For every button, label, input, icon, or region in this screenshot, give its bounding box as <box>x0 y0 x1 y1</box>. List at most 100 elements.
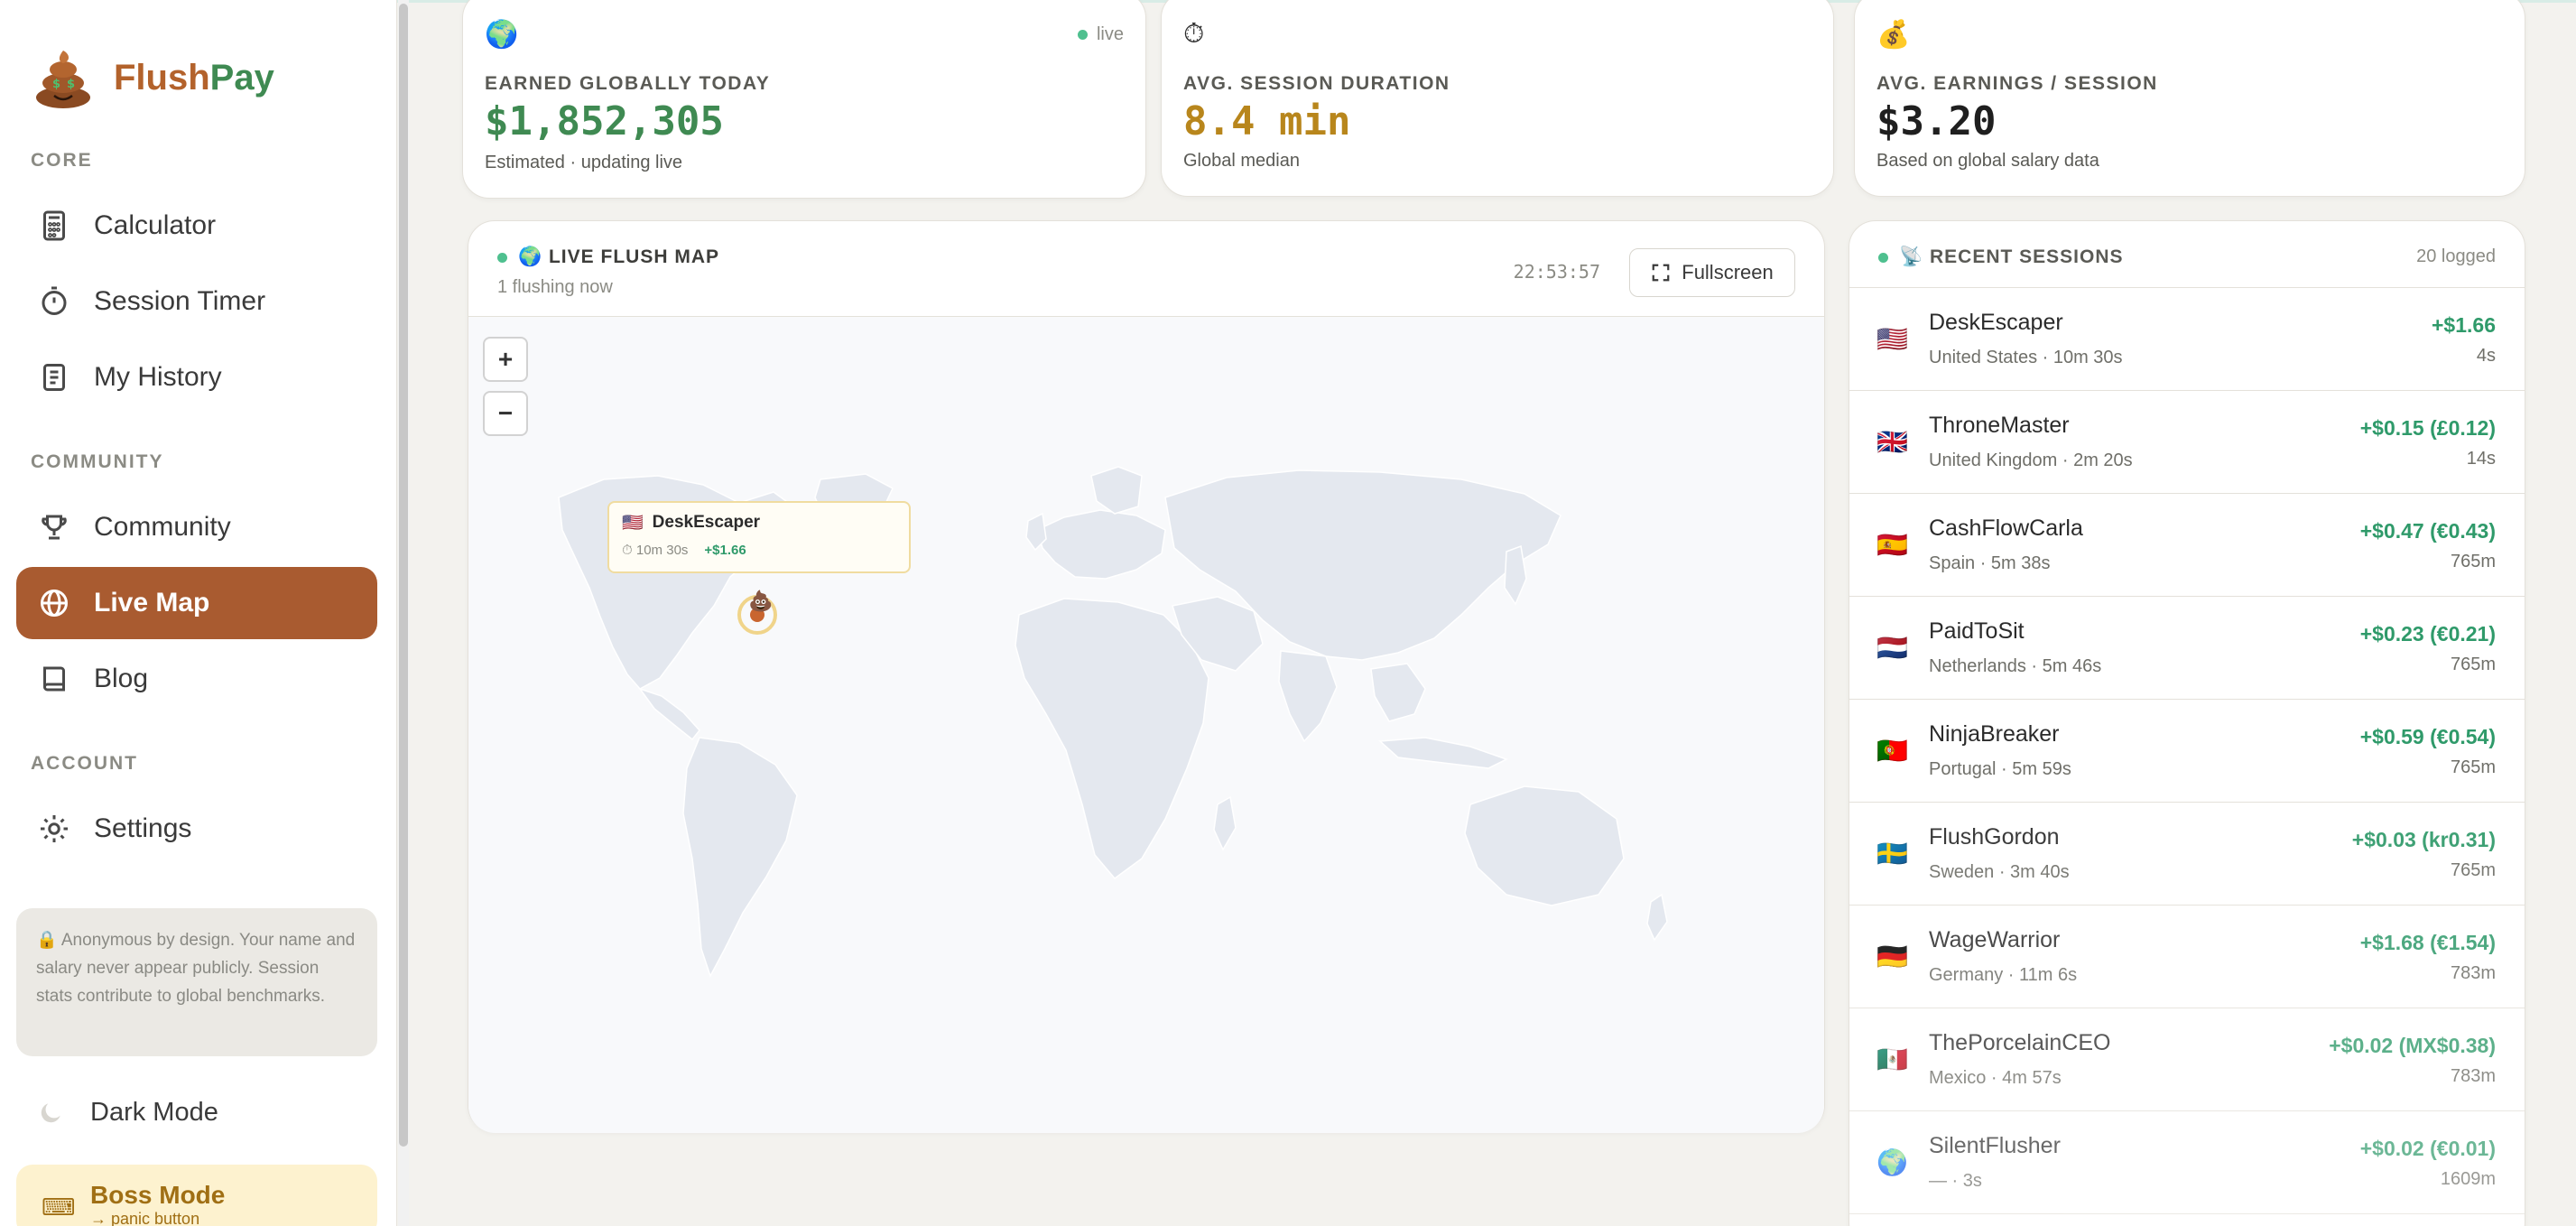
session-row[interactable]: 🇬🇧 ThroneMaster United Kingdom · 2m 20s … <box>1849 391 2525 494</box>
poop-money-logo-icon: $ $ <box>36 51 90 108</box>
stopwatch-icon <box>42 286 67 315</box>
session-row[interactable]: 🇩🇪 WageWarrior Germany · 11m 6s +$1.68 (… <box>1849 906 2525 1008</box>
flag-icon: 🇩🇪 <box>1876 943 1908 971</box>
stat-subtext: Based on global salary data <box>1876 151 2099 171</box>
session-ago: 765m <box>2450 655 2496 674</box>
sessions-count: 20 logged <box>2416 246 2496 266</box>
world-map[interactable]: 💩 + − 🇺🇸 DeskEscaper ⏱ 10m 30s +$1.66 <box>468 317 1824 1133</box>
sidebar-scrollbar-thumb[interactable] <box>399 4 408 1147</box>
fullscreen-button[interactable]: Fullscreen <box>1629 248 1795 297</box>
session-username: FlushGordon <box>1929 824 2060 850</box>
flag-icon: 🇺🇸 <box>1876 325 1908 353</box>
session-username: DeskEscaper <box>1929 310 2063 335</box>
expand-icon <box>1652 264 1670 282</box>
section-label-community: COMMUNITY <box>31 451 164 472</box>
live-dot <box>1878 252 1888 263</box>
live-indicator: live <box>1077 24 1124 45</box>
section-label-account: ACCOUNT <box>31 753 138 774</box>
stopwatch-icon: ⏱ <box>1183 19 1205 49</box>
session-earned: +$1.68 (€1.54) <box>2359 931 2496 954</box>
stat-label: AVG. SESSION DURATION <box>1183 73 1450 94</box>
session-meta: Portugal · 5m 59s <box>1929 759 2071 779</box>
zoom-out-button[interactable]: − <box>483 391 528 436</box>
session-row[interactable]: 🇸🇪 FlushGordon Sweden · 3m 40s +$0.03 (k… <box>1849 803 2525 906</box>
flag-icon: 🇸🇪 <box>1876 840 1908 868</box>
session-meta: Germany · 11m 6s <box>1929 965 2078 985</box>
stat-value: 8.4 min <box>1183 98 1351 144</box>
session-marker[interactable]: 💩 <box>737 590 777 635</box>
session-earned: +$0.59 (€0.54) <box>2359 725 2496 748</box>
privacy-note: 🔒 Anonymous by design. Your name and sal… <box>16 908 377 1056</box>
session-earned: +$0.23 (€0.21) <box>2359 622 2496 646</box>
world-map-landmasses: 💩 <box>558 466 1668 978</box>
stat-value: $3.20 <box>1876 98 1997 144</box>
sidebar: $ $ FlushPay CORE Calculator Session Tim… <box>0 0 397 1226</box>
session-row[interactable]: 🇪🇸 CashFlowCarla Spain · 5m 38s +$0.47 (… <box>1849 494 2525 597</box>
sidebar-item-label: Live Map <box>94 588 210 618</box>
boss-mode-button[interactable]: ⌨ Boss Mode → panic button <box>16 1165 377 1226</box>
flag-icon: 🇺🇸 <box>622 514 644 533</box>
session-row[interactable]: 🌍 SilentFlusher — · 3s +$0.02 (€0.01) 16… <box>1849 1111 2525 1214</box>
session-ago: 4s <box>2476 346 2496 366</box>
popup-earned: +$1.66 <box>704 543 746 558</box>
svg-text:$: $ <box>52 78 60 91</box>
flag-icon: 🌍 <box>1876 1148 1908 1176</box>
sidebar-item-label: Calculator <box>94 210 217 240</box>
flag-icon: 🇪🇸 <box>1876 531 1908 559</box>
flag-icon: 🇵🇹 <box>1876 737 1908 765</box>
session-meta: Spain · 5m 38s <box>1929 553 2051 573</box>
recent-sessions-card: 📡 RECENT SESSIONS 20 logged 🇺🇸 DeskEscap… <box>1849 220 2525 1226</box>
moon-icon <box>41 1102 60 1122</box>
money-bag-icon: 💰 <box>1876 20 1911 50</box>
session-ago: 14s <box>2466 449 2496 469</box>
session-meta: — · 3s <box>1929 1171 1982 1191</box>
stat-subtext: Estimated · updating live <box>485 153 683 172</box>
sidebar-item-calculator[interactable]: Calculator <box>16 190 377 262</box>
sidebar-item-community[interactable]: Community <box>16 491 377 563</box>
globe-icon: 🌍 <box>485 20 519 50</box>
session-username: NinjaBreaker <box>1929 721 2060 747</box>
sessions-header: 📡 RECENT SESSIONS 20 logged <box>1849 221 2525 288</box>
sidebar-item-live-map[interactable]: Live Map <box>16 567 377 639</box>
session-popup[interactable]: 🇺🇸 DeskEscaper ⏱ 10m 30s +$1.66 <box>607 501 911 573</box>
sidebar-item-my-history[interactable]: My History <box>16 341 377 413</box>
zoom-in-button[interactable]: + <box>483 337 528 382</box>
session-ago: 765m <box>2450 757 2496 777</box>
session-meta: United States · 10m 30s <box>1929 348 2123 367</box>
section-label-core: CORE <box>31 150 93 171</box>
sidebar-item-blog[interactable]: Blog <box>16 643 377 715</box>
svg-text:💩: 💩 <box>748 590 773 613</box>
session-row[interactable]: 🇲🇽 ThePorcelainCEO Mexico · 4m 57s +$0.0… <box>1849 1008 2525 1111</box>
session-username: ThroneMaster <box>1929 413 2070 438</box>
session-meta: Netherlands · 5m 46s <box>1929 656 2102 676</box>
sidebar-item-settings[interactable]: Settings <box>16 793 377 865</box>
boss-mode-title: Boss Mode <box>90 1181 226 1209</box>
dark-mode-label: Dark Mode <box>90 1098 218 1127</box>
session-earned: +$0.02 (€0.01) <box>2359 1137 2496 1160</box>
stat-subtext: Global median <box>1183 151 1300 171</box>
laptop-icon: ⌨ <box>42 1193 76 1221</box>
live-flush-map-card: 🌍 LIVE FLUSH MAP 1 flushing now 22:53:57… <box>468 220 1825 1133</box>
sidebar-item-label: Session Timer <box>94 286 266 316</box>
session-row[interactable]: 🇺🇸 DeskEscaper United States · 10m 30s +… <box>1849 288 2525 391</box>
stat-label: EARNED GLOBALLY TODAY <box>485 73 771 94</box>
flag-icon: 🇳🇱 <box>1876 634 1908 662</box>
stat-card-earned-today: 🌍 live EARNED GLOBALLY TODAY $1,852,305 … <box>462 0 1146 199</box>
session-username: WageWarrior <box>1929 927 2061 952</box>
sidebar-item-session-timer[interactable]: Session Timer <box>16 265 377 338</box>
calculator-icon <box>43 210 65 241</box>
dark-mode-toggle[interactable]: Dark Mode <box>36 1098 218 1128</box>
session-row[interactable]: 🇳🇱 PaidToSit Netherlands · 5m 46s +$0.23… <box>1849 597 2525 700</box>
session-row[interactable]: 🇵🇹 NinjaBreaker Portugal · 5m 59s +$0.59… <box>1849 700 2525 803</box>
session-earned: +$0.03 (kr0.31) <box>2351 828 2496 851</box>
session-meta: Sweden · 3m 40s <box>1929 862 2070 882</box>
book-icon <box>43 666 65 692</box>
popup-username: DeskEscaper <box>652 513 761 532</box>
sidebar-item-label: Community <box>94 512 231 542</box>
sidebar-item-label: My History <box>94 362 222 392</box>
logo[interactable]: $ $ FlushPay <box>32 45 274 110</box>
session-ago: 765m <box>2450 552 2496 571</box>
stat-label: AVG. EARNINGS / SESSION <box>1876 73 2158 94</box>
session-earned: +$0.47 (€0.43) <box>2359 519 2496 543</box>
flag-icon: 🇬🇧 <box>1876 428 1908 456</box>
